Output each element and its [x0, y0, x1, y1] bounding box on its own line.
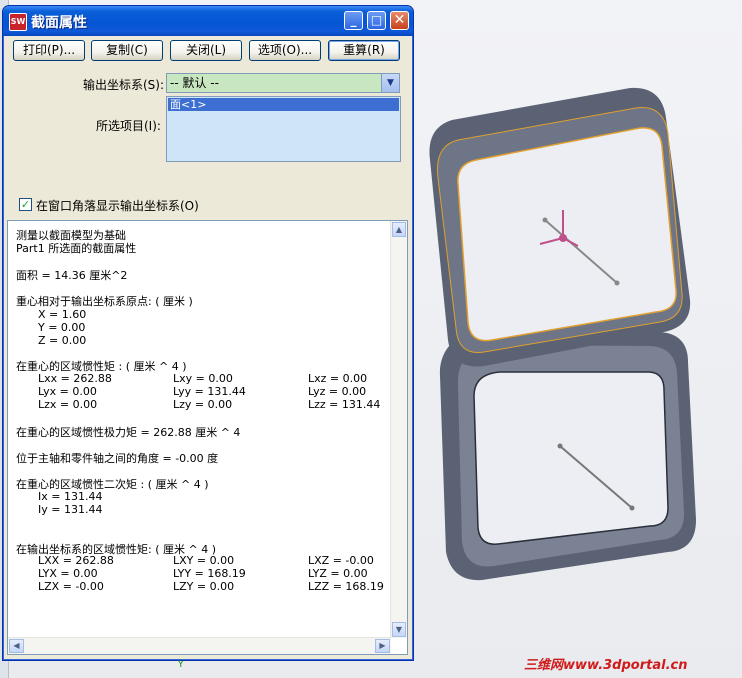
- moi-out-cell: LZX = -0.00: [38, 580, 104, 593]
- dialog-title: 截面属性: [31, 15, 87, 31]
- output-coord-select[interactable]: -- 默认 -- ▼: [166, 73, 400, 93]
- moi-cell: Lyy = 131.44: [173, 385, 246, 398]
- section-properties-dialog: SW 截面属性 _ □ ✕ 打印(P)... 复制(C) 关闭(L) 选项(O)…: [2, 5, 414, 661]
- centroid-y: Y = 0.00: [38, 321, 86, 334]
- moi-cell: Lzy = 0.00: [173, 398, 233, 411]
- moi-out-cell: LXX = 262.88: [38, 554, 114, 567]
- second-moment-ix: Ix = 131.44: [38, 490, 103, 503]
- solidworks-app-icon: SW: [9, 13, 27, 31]
- results-line: Part1 所选面的截面属性: [16, 242, 137, 255]
- moi-cell: Lyz = 0.00: [308, 385, 367, 398]
- close-button[interactable]: 关闭(L): [170, 40, 242, 61]
- maximize-button[interactable]: □: [367, 11, 386, 30]
- moi-cell: Lyx = 0.00: [38, 385, 97, 398]
- output-coord-label: 输出坐标系(S):: [83, 78, 165, 92]
- scroll-up-icon[interactable]: ▲: [392, 222, 406, 237]
- selected-items-list[interactable]: 面<1>: [166, 96, 401, 162]
- close-window-button[interactable]: ✕: [390, 11, 409, 30]
- moi-out-cell: LXZ = -0.00: [308, 554, 374, 567]
- horizontal-scrollbar[interactable]: ◀ ▶: [8, 637, 391, 654]
- moi-cell: Lxx = 262.88: [38, 372, 112, 385]
- moi-out-cell: LYX = 0.00: [38, 567, 98, 580]
- vertical-scrollbar[interactable]: ▲ ▼: [390, 221, 407, 638]
- minimize-button[interactable]: _: [344, 11, 363, 30]
- moi-cell: Lzz = 131.44: [308, 398, 381, 411]
- show-coord-checkbox-label[interactable]: 在窗口角落显示输出坐标系(O): [36, 197, 199, 214]
- options-button[interactable]: 选项(O)...: [249, 40, 321, 61]
- scroll-down-icon[interactable]: ▼: [392, 622, 406, 637]
- moi-out-cell: LZZ = 168.19: [308, 580, 384, 593]
- moi-out-cell: LYZ = 0.00: [308, 567, 368, 580]
- output-coord-value: -- 默认 --: [170, 76, 219, 90]
- moi-out-cell: LYY = 168.19: [173, 567, 246, 580]
- print-button[interactable]: 打印(P)...: [13, 40, 85, 61]
- moi-cell: Lxz = 0.00: [308, 372, 368, 385]
- upper-tube: [429, 87, 691, 367]
- moi-out-cell: LXY = 0.00: [173, 554, 235, 567]
- list-item[interactable]: 面<1>: [168, 98, 399, 111]
- copy-button[interactable]: 复制(C): [91, 40, 163, 61]
- centroid-z: Z = 0.00: [38, 334, 87, 347]
- lower-tube: [439, 330, 696, 581]
- second-moment-iy: Iy = 131.44: [38, 503, 103, 516]
- results-textbox[interactable]: 测量以截面模型为基础 Part1 所选面的截面属性 面积 = 14.36 厘米^…: [7, 220, 408, 655]
- scroll-right-icon[interactable]: ▶: [375, 639, 390, 653]
- moi-cell: Lxy = 0.00: [173, 372, 233, 385]
- chevron-down-icon[interactable]: ▼: [381, 74, 399, 92]
- area-value: 面积 = 14.36 厘米^2: [16, 269, 128, 282]
- moi-cell: Lzx = 0.00: [38, 398, 98, 411]
- scroll-left-icon[interactable]: ◀: [9, 639, 24, 653]
- watermark: 三维网www.3dportal.cn: [524, 658, 688, 673]
- title-bar[interactable]: SW 截面属性 _ □ ✕: [3, 6, 413, 36]
- show-coord-checkbox[interactable]: ✓: [19, 198, 32, 211]
- polar-moment: 在重心的区域惯性极力矩 = 262.88 厘米 ^ 4: [16, 426, 241, 439]
- moi-out-cell: LZY = 0.00: [173, 580, 235, 593]
- selected-items-label: 所选项目(I):: [96, 119, 161, 133]
- principal-angle: 位于主轴和零件轴之间的角度 = -0.00 度: [16, 452, 219, 465]
- recalculate-button[interactable]: 重算(R): [328, 40, 400, 61]
- centroid-title: 重心相对于输出坐标系原点: ( 厘米 ): [16, 295, 193, 308]
- view-triad-y-label: Y: [178, 660, 184, 670]
- centroid-x: X = 1.60: [38, 308, 87, 321]
